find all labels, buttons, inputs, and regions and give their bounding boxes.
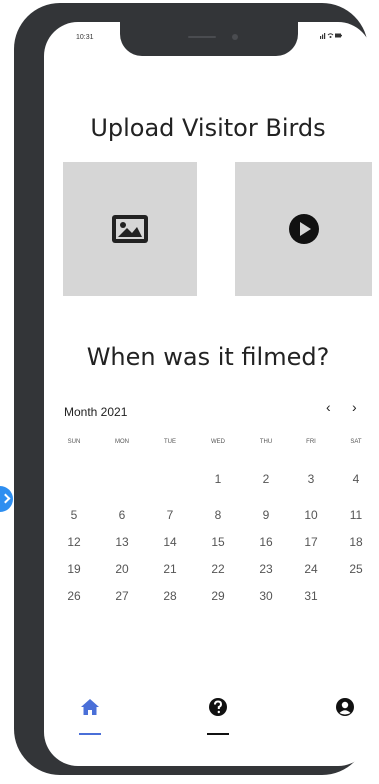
wifi-icon: [327, 33, 334, 38]
calendar-month-label: Month 2021: [64, 405, 128, 419]
weekday-label: SAT: [350, 439, 362, 445]
calendar-day[interactable]: 18: [341, 535, 371, 549]
calendar-day[interactable]: 20: [107, 562, 137, 576]
nav-profile-button[interactable]: [330, 692, 360, 722]
status-icons: [320, 32, 342, 41]
calendar-day[interactable]: 6: [107, 508, 137, 522]
calendar-day[interactable]: 13: [107, 535, 137, 549]
calendar-day[interactable]: 7: [155, 508, 185, 522]
calendar-day[interactable]: 15: [203, 535, 233, 549]
calendar-day[interactable]: 27: [107, 589, 137, 603]
weekday-label: TUE: [164, 439, 176, 445]
weekday-label: WED: [211, 439, 225, 445]
weekday-label: THU: [259, 439, 273, 445]
calendar-day[interactable]: 3: [296, 472, 326, 486]
calendar-day[interactable]: 24: [296, 562, 326, 576]
calendar-day[interactable]: 14: [155, 535, 185, 549]
upload-video-button[interactable]: [235, 162, 372, 296]
calendar-day[interactable]: 23: [251, 562, 281, 576]
weekday-label: SUN: [67, 439, 81, 445]
filmed-date-title: When was it filmed?: [86, 343, 330, 371]
upload-photo-button[interactable]: [63, 162, 197, 296]
nav-help-button[interactable]: [203, 692, 233, 722]
upload-title: Upload Visitor Birds: [90, 114, 326, 142]
phone-screen: 10:31 Upload Visitor Birds When was it f…: [44, 22, 372, 766]
calendar-day[interactable]: 17: [296, 535, 326, 549]
notch: [120, 22, 298, 56]
image-icon: [112, 215, 148, 243]
calendar-day[interactable]: 9: [251, 508, 281, 522]
help-icon: [209, 698, 227, 716]
calendar-day[interactable]: 26: [59, 589, 89, 603]
calendar-day[interactable]: 1: [203, 472, 233, 486]
calendar-day[interactable]: 25: [341, 562, 371, 576]
side-marker-handle[interactable]: [0, 486, 13, 512]
signal-icon: [320, 33, 326, 39]
nav-home-button[interactable]: [75, 692, 105, 722]
speaker-grille: [188, 36, 216, 38]
next-month-button[interactable]: ›: [352, 399, 357, 415]
play-circle-icon: [288, 214, 319, 244]
calendar-day[interactable]: 12: [59, 535, 89, 549]
front-camera: [232, 34, 238, 40]
calendar-day[interactable]: 22: [203, 562, 233, 576]
calendar-day[interactable]: 4: [341, 472, 371, 486]
calendar-day[interactable]: 16: [251, 535, 281, 549]
nav-help-indicator: [207, 733, 229, 735]
calendar-day[interactable]: 8: [203, 508, 233, 522]
nav-home-indicator: [79, 733, 101, 735]
phone-frame: 10:31 Upload Visitor Birds When was it f…: [14, 3, 372, 775]
weekday-label: FRI: [306, 439, 316, 445]
weekday-label: MON: [115, 439, 129, 445]
calendar-day[interactable]: 19: [59, 562, 89, 576]
calendar-day[interactable]: 30: [251, 589, 281, 603]
battery-icon: [335, 33, 342, 38]
user-icon: [336, 698, 354, 716]
previous-month-button[interactable]: ‹: [326, 399, 331, 415]
calendar-day[interactable]: 29: [203, 589, 233, 603]
calendar-day[interactable]: 21: [155, 562, 185, 576]
home-icon: [81, 699, 99, 715]
status-time: 10:31: [76, 34, 94, 41]
calendar-day[interactable]: 2: [251, 472, 281, 486]
calendar-day[interactable]: 28: [155, 589, 185, 603]
calendar-day[interactable]: 31: [296, 589, 326, 603]
calendar-day[interactable]: 10: [296, 508, 326, 522]
calendar-day[interactable]: 5: [59, 508, 89, 522]
calendar-day[interactable]: 11: [341, 508, 371, 522]
